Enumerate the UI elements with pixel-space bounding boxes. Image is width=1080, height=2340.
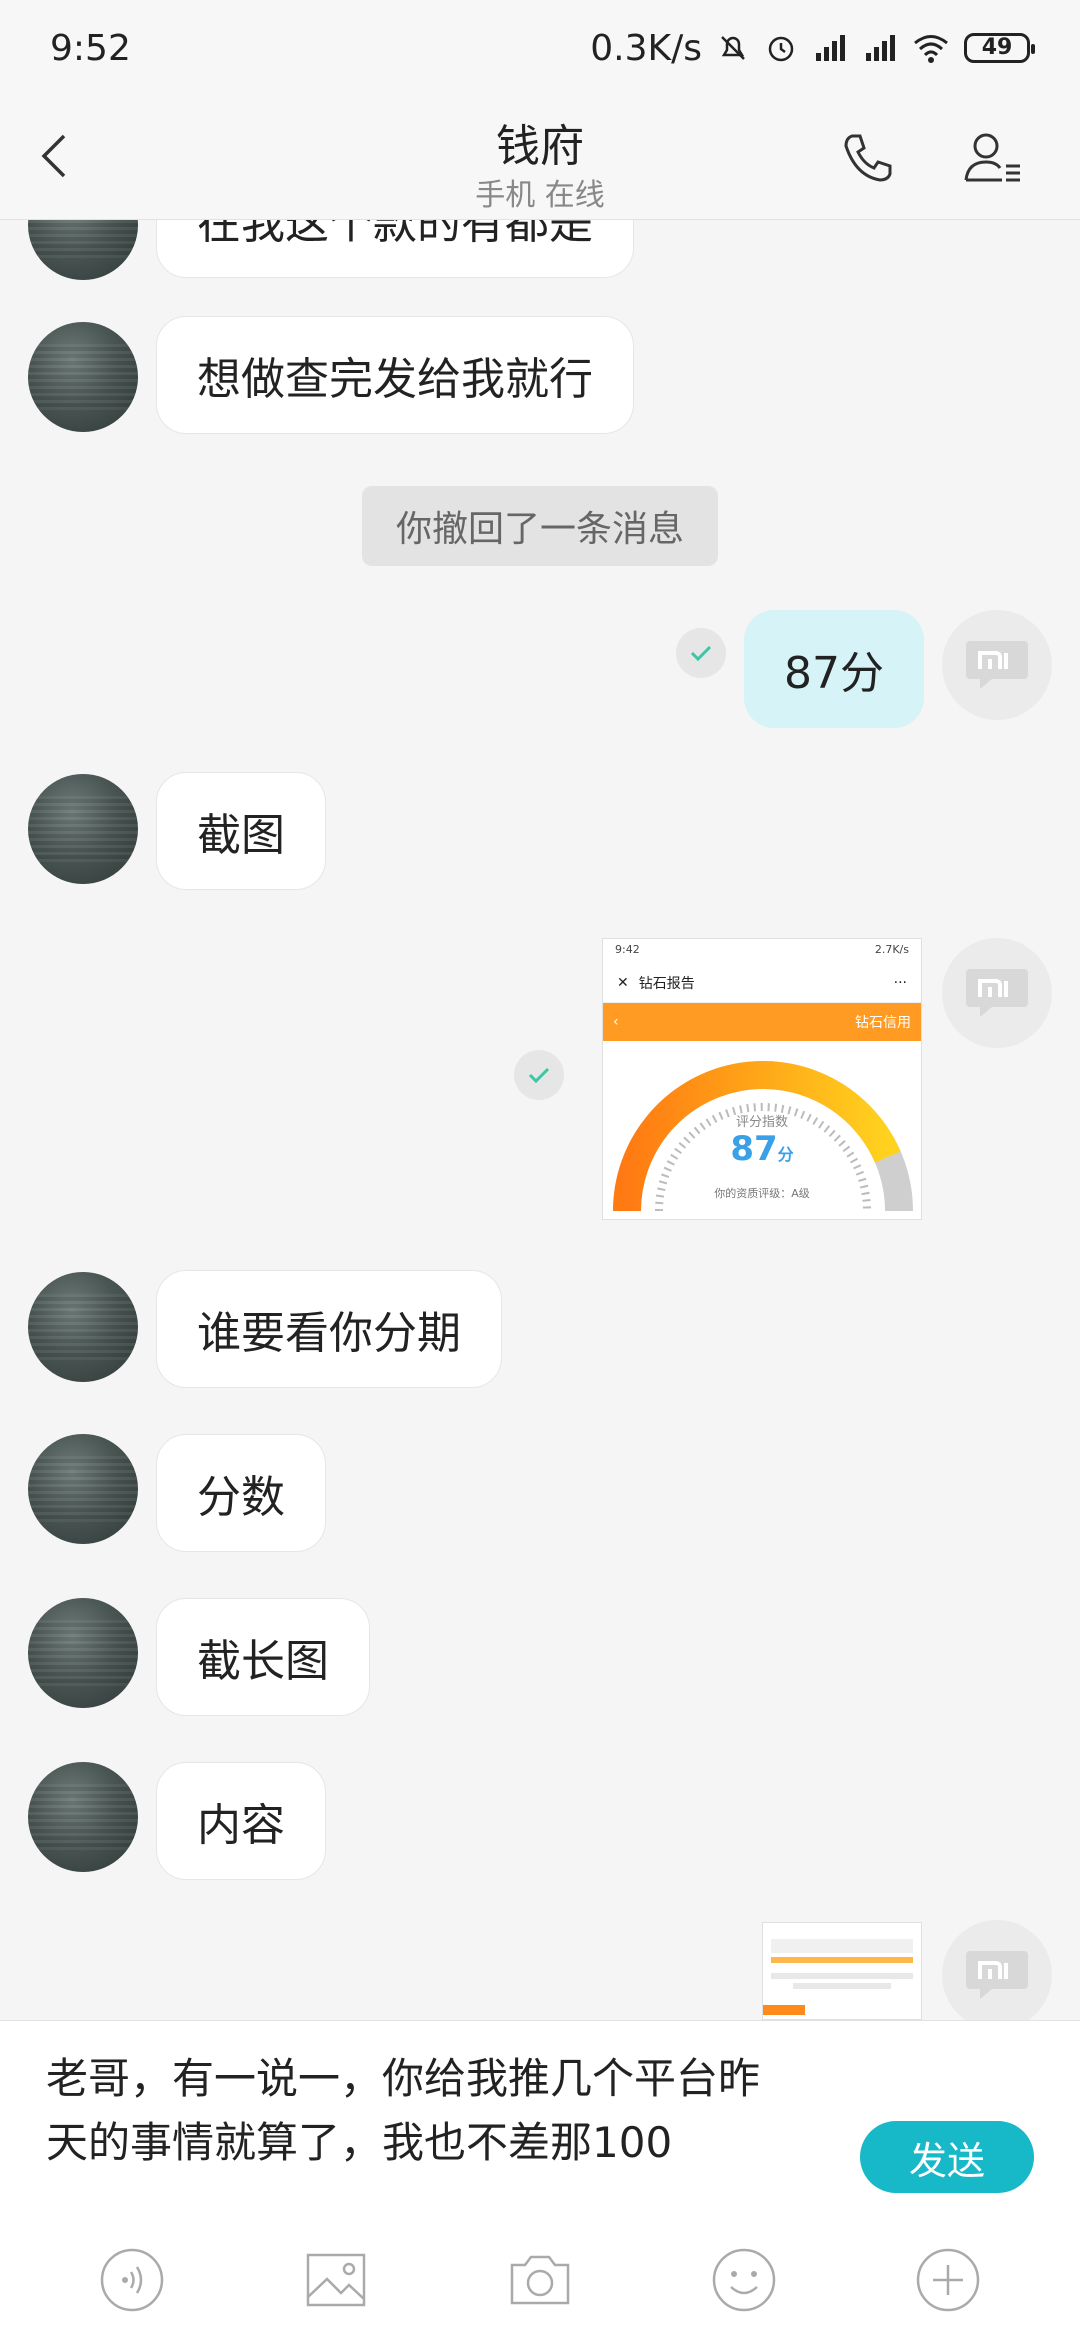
score-value: 87 xyxy=(730,1129,778,1169)
mi-logo-icon xyxy=(966,641,1028,689)
thumb-status-bar: 9:42 2.7K/s xyxy=(603,939,921,963)
thumb-back-icon: ‹ xyxy=(613,1014,619,1030)
contact-avatar[interactable] xyxy=(28,1598,138,1708)
online-status: 手机 在线 xyxy=(475,178,605,213)
message-bubble-outgoing[interactable]: 87分 xyxy=(744,610,924,728)
plus-icon xyxy=(916,2248,980,2312)
emoji-button[interactable] xyxy=(709,2245,779,2315)
thumb-menu-icon: ··· xyxy=(893,974,907,991)
contact-avatar[interactable] xyxy=(28,1434,138,1544)
send-button[interactable]: 发送 xyxy=(860,2121,1034,2193)
thumb-title-bar: ✕ 钻石报告 ··· xyxy=(603,963,921,1003)
my-avatar[interactable] xyxy=(942,610,1052,720)
chat-list[interactable]: 在我这个款的有都是 想做查完发给我就行 你撤回了一条消息 87分 截图 9:42… xyxy=(0,220,1080,2020)
contact-avatar[interactable] xyxy=(28,220,138,280)
thumb-brand: 钻石信用 xyxy=(855,1015,911,1031)
thumb-close-icon: ✕ xyxy=(617,974,629,991)
message-bubble-incoming[interactable]: 截长图 xyxy=(156,1598,370,1716)
more-button[interactable] xyxy=(913,2245,983,2315)
thumb2-badge xyxy=(763,2005,805,2015)
check-icon xyxy=(528,1067,550,1084)
mi-logo-icon xyxy=(966,969,1028,1017)
input-line-2: 天的事情就算了，我也不差那100 xyxy=(46,2118,673,2167)
image-icon xyxy=(306,2253,366,2307)
my-avatar[interactable] xyxy=(942,938,1052,1048)
profile-icon xyxy=(964,133,1020,182)
gauge-label: 评分指数 xyxy=(735,1115,788,1130)
thumb2-status xyxy=(763,1923,921,1935)
hd-signal-icon xyxy=(816,35,845,61)
mute-bell-icon xyxy=(721,36,745,60)
thumb-orange-bar: ‹ 钻石信用 xyxy=(603,1003,921,1041)
call-button[interactable] xyxy=(836,126,900,190)
message-bubble-incoming[interactable]: 想做查完发给我就行 xyxy=(156,316,634,434)
thumb-time: 9:42 xyxy=(615,943,640,956)
thumb2-text-line xyxy=(771,1973,913,1979)
message-bubble-incoming[interactable]: 分数 xyxy=(156,1434,326,1552)
contact-avatar[interactable] xyxy=(28,774,138,884)
camera-icon xyxy=(510,2255,570,2305)
wifi-icon xyxy=(914,35,948,63)
battery-icon: 49 xyxy=(964,33,1035,63)
image-message-thumbnail[interactable] xyxy=(762,1922,922,2020)
thumb2-text-line xyxy=(793,1983,891,1989)
gauge-grade: 你的资质评级：A级 xyxy=(714,1187,810,1200)
system-message: 你撤回了一条消息 xyxy=(362,486,718,566)
phone-icon xyxy=(844,134,892,182)
contact-avatar[interactable] xyxy=(28,1272,138,1382)
alarm-icon xyxy=(768,36,794,62)
message-bubble-incoming[interactable]: 在我这个款的有都是 xyxy=(156,220,634,278)
image-button[interactable] xyxy=(301,2245,371,2315)
thumb-title: 钻石报告 xyxy=(638,975,695,992)
my-avatar[interactable] xyxy=(942,1920,1052,2020)
read-receipt xyxy=(676,628,726,678)
profile-button[interactable] xyxy=(962,126,1026,190)
message-bubble-incoming[interactable]: 内容 xyxy=(156,1762,326,1880)
signal-icon xyxy=(866,35,895,61)
message-input[interactable]: 老哥，有一说一，你给我推几个平台昨 天的事情就算了，我也不差那100 xyxy=(46,2047,846,2175)
emoji-icon xyxy=(712,2248,776,2312)
check-icon xyxy=(690,645,712,662)
network-speed: 0.3K/s xyxy=(590,27,702,69)
page-title: 钱府 xyxy=(496,121,584,172)
camera-button[interactable] xyxy=(505,2245,575,2315)
voice-button[interactable] xyxy=(97,2245,167,2315)
status-time: 9:52 xyxy=(50,27,131,69)
mi-logo-icon xyxy=(966,1951,1028,1999)
read-receipt xyxy=(514,1050,564,1100)
thumb2-title-bar xyxy=(771,1939,913,1953)
thumb-network: 2.7K/s xyxy=(874,943,909,956)
status-bar: 9:52 0.3K/s 49 xyxy=(0,0,1080,96)
status-icons: 0.3K/s 49 xyxy=(590,27,1035,69)
image-message-thumbnail[interactable]: 9:42 2.7K/s ✕ 钻石报告 ··· ‹ 钻石信用 评分指数 87分 你… xyxy=(602,938,922,1220)
thumb-gauge-area: 评分指数 87分 你的资质评级：A级 xyxy=(603,1041,921,1219)
input-line-1: 老哥，有一说一，你给我推几个平台昨 xyxy=(46,2054,761,2103)
voice-icon xyxy=(100,2248,164,2312)
message-input-area: 老哥，有一说一，你给我推几个平台昨 天的事情就算了，我也不差那100 发送 xyxy=(0,2020,1080,2220)
chat-header: 钱府 手机 在线 xyxy=(0,96,1080,220)
gauge-score: 87分 xyxy=(603,1129,921,1169)
thumb2-orange-line xyxy=(771,1957,913,1963)
contact-avatar[interactable] xyxy=(28,322,138,432)
score-unit: 分 xyxy=(777,1145,794,1164)
contact-avatar[interactable] xyxy=(28,1762,138,1872)
message-bubble-incoming[interactable]: 截图 xyxy=(156,772,326,890)
message-bubble-incoming[interactable]: 谁要看你分期 xyxy=(156,1270,502,1388)
chat-toolbar xyxy=(0,2220,1080,2340)
